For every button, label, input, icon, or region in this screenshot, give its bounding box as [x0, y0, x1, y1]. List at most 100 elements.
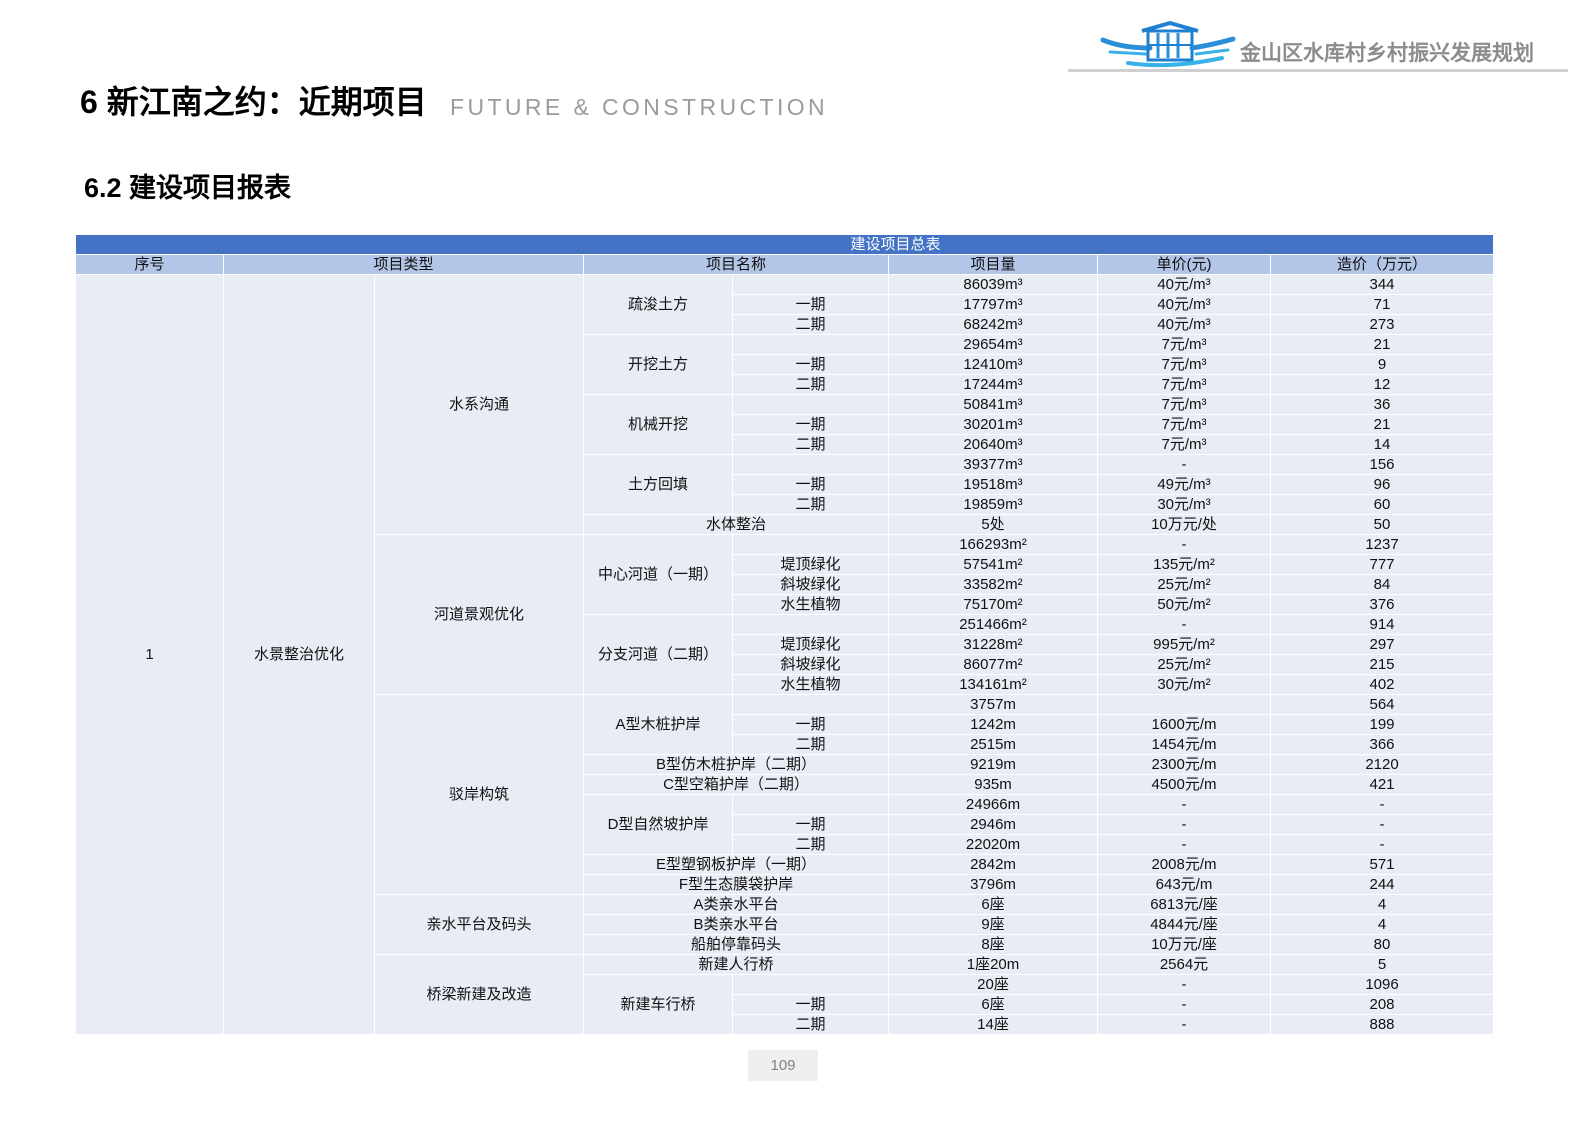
quantity-cell: 22020m: [888, 834, 1098, 855]
quantity-cell: 86077m²: [888, 654, 1098, 675]
cost-cell: 50: [1269, 514, 1495, 535]
quantity-cell: 30201m³: [888, 414, 1098, 435]
part-cell: 一期: [732, 354, 889, 375]
part-cell: 水生植物: [732, 674, 889, 695]
part-cell: [732, 534, 889, 555]
part-cell: 水生植物: [732, 594, 889, 615]
price-cell: 10万元/座: [1097, 934, 1271, 955]
quantity-cell: 12410m³: [888, 354, 1098, 375]
quantity-cell: 1242m: [888, 714, 1098, 735]
item-cell: 中心河道（一期）: [583, 534, 733, 615]
quantity-cell: 86039m³: [888, 274, 1098, 295]
column-header-unit-price: 单价(元): [1097, 254, 1271, 275]
group-cell: 驳岸构筑: [374, 694, 584, 895]
quantity-cell: 20640m³: [888, 434, 1098, 455]
part-cell: [732, 334, 889, 355]
part-cell: [732, 454, 889, 475]
column-header-cost: 造价（万元）: [1269, 254, 1495, 275]
price-cell: -: [1097, 534, 1271, 555]
page-title: 6 新江南之约：近期项目: [80, 84, 427, 120]
item-cell: F型生态膜袋护岸: [583, 874, 889, 895]
price-cell: 40元/m³: [1097, 274, 1271, 295]
header-divider: [1068, 69, 1568, 72]
cost-cell: 12: [1269, 374, 1495, 395]
quantity-cell: 68242m³: [888, 314, 1098, 335]
cost-cell: 215: [1269, 654, 1495, 675]
item-cell: 机械开挖: [583, 394, 733, 455]
cost-cell: 421: [1269, 774, 1495, 795]
part-cell: 二期: [732, 834, 889, 855]
part-cell: [732, 974, 889, 995]
cost-cell: -: [1269, 794, 1495, 815]
cost-cell: 344: [1269, 274, 1495, 295]
price-cell: 4500元/m: [1097, 774, 1271, 795]
part-cell: 二期: [732, 494, 889, 515]
cost-cell: 2120: [1269, 754, 1495, 775]
cost-cell: 199: [1269, 714, 1495, 735]
item-cell: 分支河道（二期）: [583, 614, 733, 695]
quantity-cell: 19859m³: [888, 494, 1098, 515]
cost-cell: -: [1269, 814, 1495, 835]
quantity-cell: 2946m: [888, 814, 1098, 835]
part-cell: 一期: [732, 714, 889, 735]
part-cell: 一期: [732, 814, 889, 835]
item-cell: E型塑钢板护岸（一期）: [583, 854, 889, 875]
quantity-cell: 134161m²: [888, 674, 1098, 695]
quantity-cell: 50841m³: [888, 394, 1098, 415]
reservoir-village-logo: [1100, 21, 1236, 68]
section-title: 6.2 建设项目报表: [84, 173, 292, 203]
price-cell: 25元/m²: [1097, 654, 1271, 675]
price-cell: 6813元/座: [1097, 894, 1271, 915]
quantity-cell: 9219m: [888, 754, 1098, 775]
item-cell: A型木桩护岸: [583, 694, 733, 755]
item-cell: B类亲水平台: [583, 914, 889, 935]
part-cell: [732, 394, 889, 415]
item-cell: 土方回填: [583, 454, 733, 515]
quantity-cell: 935m: [888, 774, 1098, 795]
part-cell: [732, 614, 889, 635]
part-cell: [732, 794, 889, 815]
cost-cell: 21: [1269, 414, 1495, 435]
cost-cell: 21: [1269, 334, 1495, 355]
part-cell: 二期: [732, 434, 889, 455]
category-cell: 水景整治优化: [223, 274, 375, 1035]
cost-cell: 273: [1269, 314, 1495, 335]
column-header-quantity: 项目量: [888, 254, 1098, 275]
part-cell: 二期: [732, 314, 889, 335]
cost-cell: 156: [1269, 454, 1495, 475]
price-cell: 643元/m: [1097, 874, 1271, 895]
cost-cell: 1237: [1269, 534, 1495, 555]
price-cell: 2008元/m: [1097, 854, 1271, 875]
quantity-cell: 31228m²: [888, 634, 1098, 655]
quantity-cell: 3796m: [888, 874, 1098, 895]
quantity-cell: 8座: [888, 934, 1098, 955]
price-cell: 2564元: [1097, 954, 1271, 975]
part-cell: 二期: [732, 1014, 889, 1035]
page-number: 109: [748, 1050, 818, 1081]
cost-cell: 208: [1269, 994, 1495, 1015]
price-cell: 25元/m²: [1097, 574, 1271, 595]
cost-cell: 888: [1269, 1014, 1495, 1035]
quantity-cell: 20座: [888, 974, 1098, 995]
cost-cell: 4: [1269, 894, 1495, 915]
price-cell: 7元/m³: [1097, 334, 1271, 355]
cost-cell: 80: [1269, 934, 1495, 955]
price-cell: 40元/m³: [1097, 294, 1271, 315]
cost-cell: 376: [1269, 594, 1495, 615]
price-cell: 7元/m³: [1097, 394, 1271, 415]
price-cell: 40元/m³: [1097, 314, 1271, 335]
index-cell: 1: [75, 274, 224, 1035]
price-cell: -: [1097, 994, 1271, 1015]
part-cell: 一期: [732, 994, 889, 1015]
price-cell: 2300元/m: [1097, 754, 1271, 775]
group-cell: 桥梁新建及改造: [374, 954, 584, 1035]
quantity-cell: 1座20m: [888, 954, 1098, 975]
price-cell: 30元/m³: [1097, 494, 1271, 515]
quantity-cell: 33582m²: [888, 574, 1098, 595]
quantity-cell: 9座: [888, 914, 1098, 935]
item-cell: 新建人行桥: [583, 954, 889, 975]
price-cell: -: [1097, 974, 1271, 995]
column-header-row: 序号 项目类型 项目名称 项目量 单价(元) 造价（万元）: [75, 254, 1495, 275]
quantity-cell: 6座: [888, 994, 1098, 1015]
price-cell: -: [1097, 814, 1271, 835]
